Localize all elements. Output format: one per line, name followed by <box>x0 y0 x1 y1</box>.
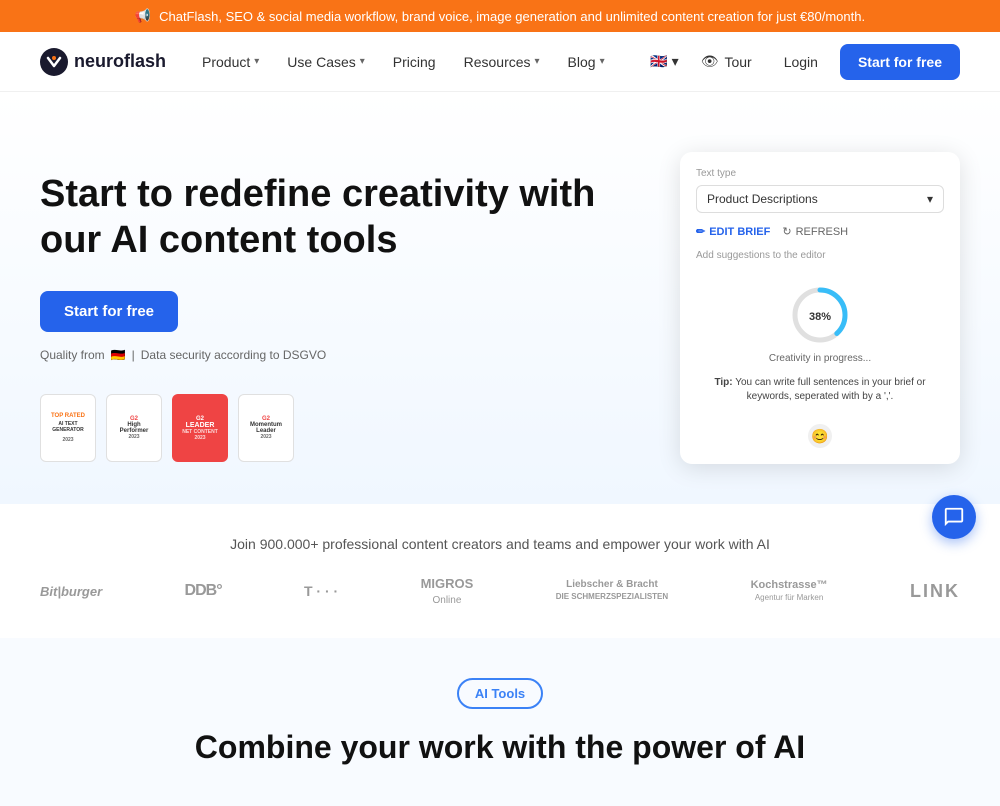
language-selector[interactable]: 🇬🇧 ▾ <box>650 53 678 70</box>
hero-cta-label: Start for free <box>64 303 154 320</box>
nav-blog-label: Blog <box>568 54 596 70</box>
nav-links: Product ▾ Use Cases ▾ Pricing Resources … <box>190 46 626 78</box>
link-logo: LINK <box>910 581 960 602</box>
flag-icon: 🇬🇧 <box>650 53 667 70</box>
text-type-select[interactable]: Product Descriptions ▾ <box>696 185 944 213</box>
ai-tools-label: AI Tools <box>475 686 525 701</box>
hero-left: Start to redefine creativity with our AI… <box>40 152 640 462</box>
nav-product[interactable]: Product ▾ <box>190 46 271 78</box>
product-chevron-icon: ▾ <box>254 56 259 67</box>
tip-body: You can write full sentences in your bri… <box>735 377 925 402</box>
nav-use-cases[interactable]: Use Cases ▾ <box>275 46 377 78</box>
partners-section: Join 900.000+ professional content creat… <box>0 504 1000 638</box>
nav-right: 🇬🇧 ▾ 👁 Tour Login Start for free <box>650 44 960 80</box>
eye-icon: 👁 <box>701 53 719 70</box>
german-flag-icon: 🇩🇪 <box>111 348 126 362</box>
banner-text: ChatFlash, SEO & social media workflow, … <box>159 9 865 24</box>
nav-pricing-label: Pricing <box>393 54 436 70</box>
login-button[interactable]: Login <box>774 48 828 76</box>
logo-icon <box>40 48 68 76</box>
login-label: Login <box>784 54 818 70</box>
text-type-label: Text type <box>696 168 944 179</box>
hero-section: Start to redefine creativity with our AI… <box>0 92 1000 504</box>
partners-headline: Join 900.000+ professional content creat… <box>40 536 960 552</box>
quality-separator: | <box>132 348 135 362</box>
ui-preview-card: Text type Product Descriptions ▾ ✏ EDIT … <box>680 152 960 464</box>
refresh-button[interactable]: ↻ REFRESH <box>782 225 848 238</box>
resources-chevron-icon: ▾ <box>535 56 540 67</box>
liebscher-logo: Liebscher & BrachtDIE SCHMERZSPEZIALISTE… <box>556 579 668 603</box>
ai-tools-badge: AI Tools <box>457 678 543 709</box>
edit-brief-button[interactable]: ✏ EDIT BRIEF <box>696 225 770 238</box>
refresh-label: REFRESH <box>796 226 849 238</box>
banner-icon: 📢 <box>135 8 151 24</box>
start-label: Start for free <box>858 54 942 70</box>
badge-g2-high-performer: G2 HighPerformer 2023 <box>106 394 162 462</box>
nav-resources[interactable]: Resources ▾ <box>452 46 552 78</box>
progress-container: 38% Creativity in progress... Tip: You c… <box>696 277 944 412</box>
migros-logo: MIGROSOnline <box>421 576 474 606</box>
hero-title: Start to redefine creativity with our AI… <box>40 172 640 263</box>
svg-text:38%: 38% <box>809 311 831 323</box>
tip-text: Tip: You can write full sentences in you… <box>696 376 944 404</box>
badges-row: TOP RATED AI TEXTGENERATOR 2023 G2 HighP… <box>40 394 640 462</box>
hero-cta-button[interactable]: Start for free <box>40 291 178 332</box>
edit-brief-label: EDIT BRIEF <box>709 226 770 238</box>
ddb-logo: DDB° <box>185 582 222 600</box>
logo-text: neuroflash <box>74 51 166 72</box>
progress-circle-svg: 38% <box>790 285 850 345</box>
edit-icon: ✏ <box>696 225 705 238</box>
start-for-free-button[interactable]: Start for free <box>840 44 960 80</box>
tour-button[interactable]: 👁 Tour <box>691 47 762 76</box>
nav-product-label: Product <box>202 54 250 70</box>
use-cases-chevron-icon: ▾ <box>360 56 365 67</box>
bitburger-logo: Bit|burger <box>40 584 102 599</box>
top-banner: 📢 ChatFlash, SEO & social media workflow… <box>0 0 1000 32</box>
kochstrasse-logo: Kochstrasse™Agentur für Marken <box>751 579 828 603</box>
chat-bubble-button[interactable] <box>932 495 976 539</box>
nav-use-cases-label: Use Cases <box>287 54 355 70</box>
logo-link[interactable]: neuroflash <box>40 48 166 76</box>
add-suggestions-label: Add suggestions to the editor <box>696 250 944 261</box>
blog-chevron-icon: ▾ <box>600 56 605 67</box>
progress-label: Creativity in progress... <box>769 353 871 364</box>
smile-icon: 😊 <box>808 424 832 448</box>
badge-g2-momentum: G2 MomentumLeader 2023 <box>238 394 294 462</box>
ui-preview-actions: ✏ EDIT BRIEF ↻ REFRESH <box>696 225 944 238</box>
nav-resources-label: Resources <box>464 54 531 70</box>
text-type-value: Product Descriptions <box>707 192 818 206</box>
tip-label: Tip: <box>714 377 732 388</box>
quality-text: Quality from <box>40 348 105 362</box>
telekom-logo: T · · · <box>304 583 338 599</box>
navbar: neuroflash Product ▾ Use Cases ▾ Pricing… <box>0 32 1000 92</box>
chat-icon <box>943 506 965 528</box>
refresh-icon: ↻ <box>782 225 791 238</box>
flag-chevron-icon: ▾ <box>672 53 679 70</box>
partner-logos-row: Bit|burger DDB° T · · · MIGROSOnline Lie… <box>40 576 960 606</box>
badge-capterra: TOP RATED AI TEXTGENERATOR 2023 <box>40 394 96 462</box>
nav-blog[interactable]: Blog ▾ <box>556 46 617 78</box>
bottom-title: Combine your work with the power of AI <box>40 729 960 766</box>
nav-pricing[interactable]: Pricing <box>381 46 448 78</box>
quality-suffix: Data security according to DSGVO <box>141 348 326 362</box>
select-chevron-icon: ▾ <box>927 192 933 206</box>
bottom-section: AI Tools Combine your work with the powe… <box>0 638 1000 806</box>
ui-preview-footer: 😊 <box>696 424 944 448</box>
hero-right: Text type Product Descriptions ▾ ✏ EDIT … <box>680 152 960 464</box>
tour-label: Tour <box>724 54 751 70</box>
badge-g2-leader: G2 LEADER NET CONTENT2023 <box>172 394 228 462</box>
hero-quality: Quality from 🇩🇪 | Data security accordin… <box>40 348 640 362</box>
